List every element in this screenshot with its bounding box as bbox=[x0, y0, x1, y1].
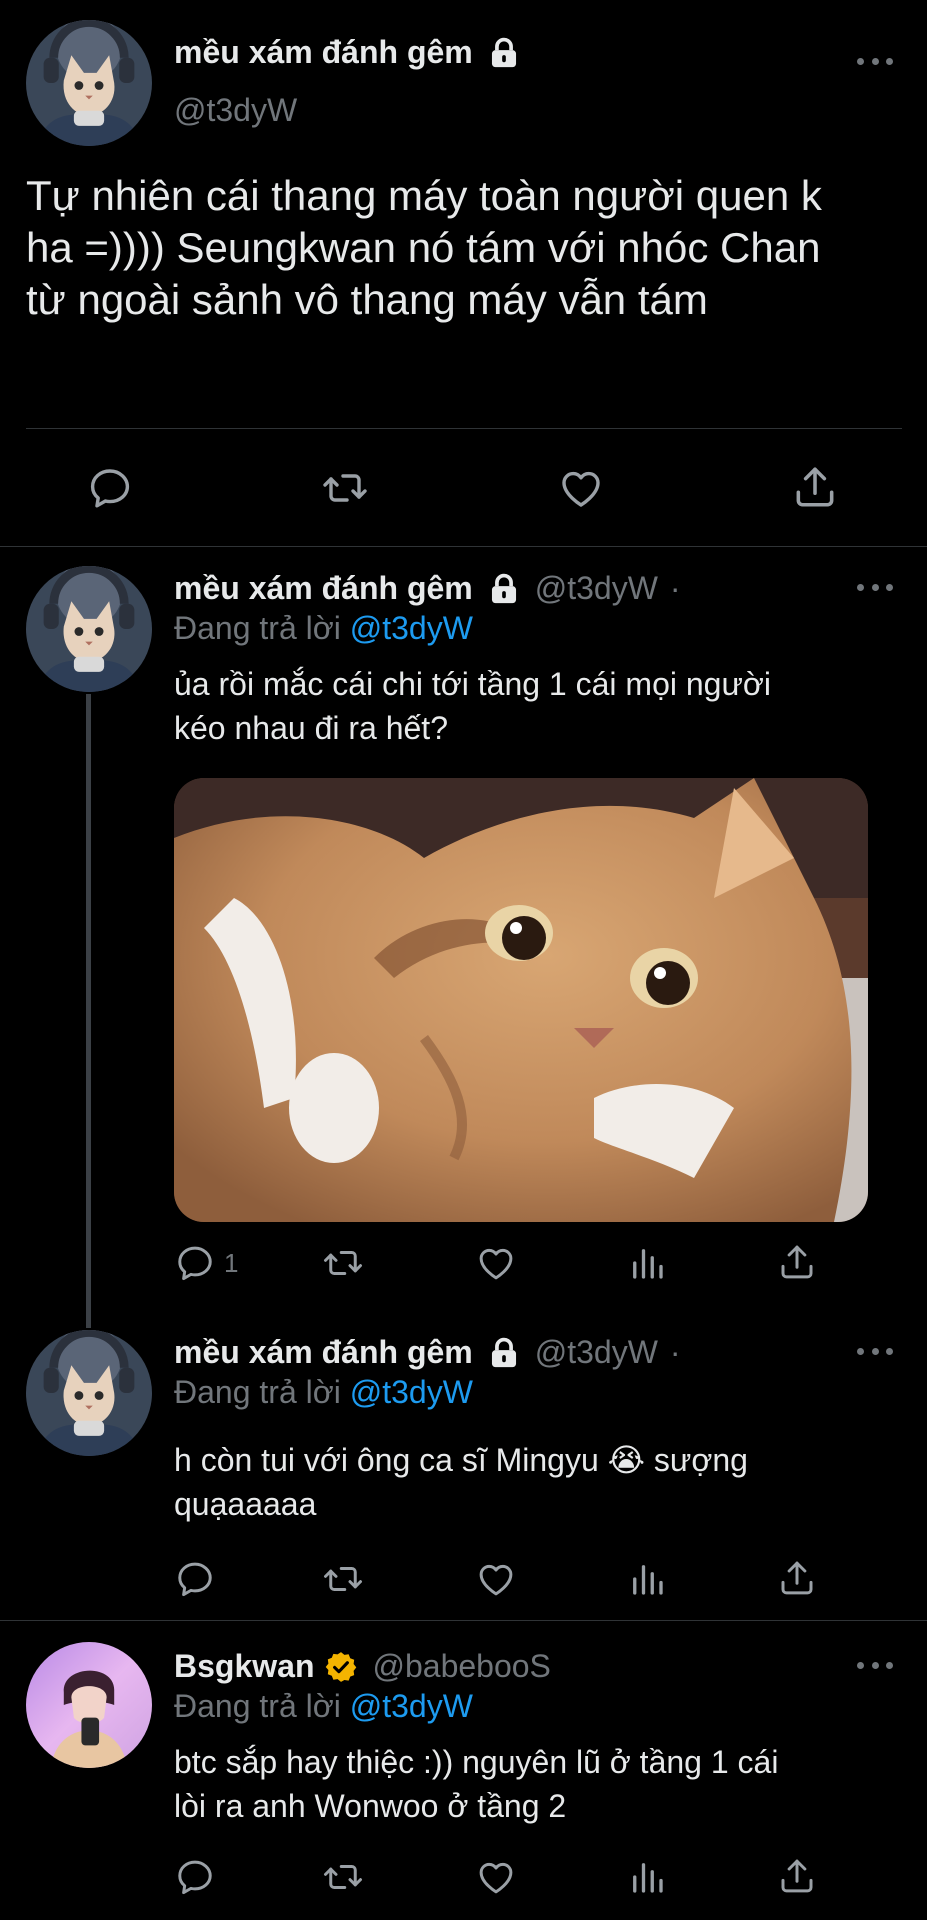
replying-prefix: Đang trả lời bbox=[174, 610, 341, 646]
share-button[interactable] bbox=[776, 1556, 818, 1600]
display-name-text[interactable]: mều xám đánh gêm bbox=[174, 570, 473, 607]
reply-text-line: quạaaaaa bbox=[174, 1486, 317, 1522]
more-options-icon[interactable] bbox=[857, 56, 893, 66]
share-button[interactable] bbox=[776, 1854, 818, 1898]
replying-to-link[interactable]: @t3dyW bbox=[350, 1374, 473, 1410]
display-name-text[interactable]: Bsgkwan bbox=[174, 1648, 314, 1685]
author-handle[interactable]: @t3dyW bbox=[535, 570, 658, 607]
more-options-icon[interactable] bbox=[857, 1346, 893, 1356]
share-button[interactable] bbox=[776, 1240, 818, 1284]
reply-icon bbox=[86, 464, 134, 512]
like-button[interactable] bbox=[474, 1242, 518, 1284]
display-name-text[interactable]: mều xám đánh gêm bbox=[174, 1334, 473, 1371]
reply-avatar[interactable] bbox=[26, 1330, 152, 1456]
retweet-button[interactable] bbox=[320, 1856, 366, 1898]
reply-count: 1 bbox=[224, 1247, 239, 1278]
views-icon bbox=[626, 1242, 668, 1284]
reply-avatar[interactable] bbox=[26, 566, 152, 692]
reply-text: ủa rồi mắc cái chi tới tầng 1 cái mọi ng… bbox=[174, 662, 894, 750]
share-icon bbox=[776, 1556, 818, 1600]
replying-prefix: Đang trả lời bbox=[174, 1374, 341, 1410]
reply-icon bbox=[174, 1856, 216, 1898]
like-icon bbox=[556, 464, 606, 512]
share-button[interactable] bbox=[790, 462, 840, 512]
replying-to: Đang trả lời @t3dyW bbox=[174, 1688, 473, 1725]
like-icon bbox=[474, 1856, 518, 1898]
reply-text-line: btc sắp hay thiệc :)) nguyên lũ ở tầng 1… bbox=[174, 1744, 779, 1780]
views-button[interactable] bbox=[626, 1242, 668, 1284]
views-button[interactable] bbox=[626, 1856, 668, 1898]
lock-icon bbox=[487, 1336, 521, 1370]
like-icon bbox=[474, 1242, 518, 1284]
reply-text: btc sắp hay thiệc :)) nguyên lũ ở tầng 1… bbox=[174, 1740, 914, 1828]
lock-icon bbox=[487, 36, 521, 70]
reply-button[interactable] bbox=[174, 1558, 216, 1600]
views-button[interactable] bbox=[626, 1558, 668, 1600]
reply-icon bbox=[174, 1558, 216, 1600]
reply-avatar[interactable] bbox=[26, 1642, 152, 1768]
reply-text-line: ủa rồi mắc cái chi tới tầng 1 cái mọi ng… bbox=[174, 666, 771, 702]
tweet-text: Tự nhiên cái thang máy toàn người quen k… bbox=[26, 170, 916, 326]
cat-avatar-image bbox=[26, 566, 152, 692]
reply-text-line: kéo nhau đi ra hết? bbox=[174, 710, 448, 746]
reply-text-line: lòi ra anh Wonwoo ở tầng 2 bbox=[174, 1788, 567, 1824]
like-button[interactable] bbox=[474, 1856, 518, 1898]
tweet-text-line: ha =)))) Seungkwan nó tám với nhóc Chan bbox=[26, 224, 821, 271]
retweet-icon bbox=[320, 1558, 366, 1600]
more-options-icon[interactable] bbox=[857, 582, 893, 592]
retweet-icon bbox=[320, 1242, 366, 1284]
views-icon bbox=[626, 1856, 668, 1898]
share-icon bbox=[776, 1240, 818, 1284]
reply-text-line: h còn tui với ông ca sĩ Mingyu 😭 sượng bbox=[174, 1442, 748, 1478]
retweet-icon bbox=[318, 464, 372, 512]
share-icon bbox=[790, 462, 840, 512]
author-display-name[interactable]: mều xám đánh gêm bbox=[174, 34, 521, 71]
reply-header: mều xám đánh gêm @t3dyW · bbox=[174, 1334, 681, 1371]
tweet-divider bbox=[26, 428, 902, 429]
like-button[interactable] bbox=[474, 1558, 518, 1600]
author-handle[interactable]: @t3dyW bbox=[535, 1334, 658, 1371]
cat-avatar-image bbox=[26, 1330, 152, 1456]
reply-header: Bsgkwan @babebooS bbox=[174, 1648, 551, 1685]
views-icon bbox=[626, 1558, 668, 1600]
share-icon bbox=[776, 1854, 818, 1898]
author-avatar[interactable] bbox=[26, 20, 152, 146]
author-handle[interactable]: @babebooS bbox=[372, 1648, 550, 1685]
replying-to-link[interactable]: @t3dyW bbox=[350, 610, 473, 646]
retweet-button[interactable] bbox=[318, 464, 372, 512]
reply-header: mều xám đánh gêm @t3dyW · bbox=[174, 570, 681, 607]
reply-icon bbox=[174, 1242, 216, 1284]
replying-to: Đang trả lời @t3dyW bbox=[174, 1374, 473, 1411]
reply-button[interactable] bbox=[174, 1856, 216, 1898]
author-handle[interactable]: @t3dyW bbox=[174, 92, 297, 129]
more-options-icon[interactable] bbox=[857, 1660, 893, 1670]
lock-icon bbox=[487, 572, 521, 606]
verified-badge-icon bbox=[326, 1651, 357, 1682]
section-divider bbox=[0, 546, 927, 547]
replying-prefix: Đang trả lời bbox=[174, 1688, 341, 1724]
replying-to: Đang trả lời @t3dyW bbox=[174, 610, 473, 647]
attached-image[interactable] bbox=[174, 778, 868, 1222]
reply-text: h còn tui với ông ca sĩ Mingyu 😭 sượng q… bbox=[174, 1438, 894, 1526]
person-avatar-image bbox=[26, 1642, 152, 1768]
display-name-text: mều xám đánh gêm bbox=[174, 34, 473, 70]
retweet-button[interactable] bbox=[320, 1242, 366, 1284]
retweet-button[interactable] bbox=[320, 1558, 366, 1600]
thread-line bbox=[86, 694, 91, 1328]
separator-dot: · bbox=[669, 1334, 681, 1370]
replying-to-link[interactable]: @t3dyW bbox=[350, 1688, 473, 1724]
separator-dot: · bbox=[669, 570, 681, 606]
crying-cat-image bbox=[174, 778, 868, 1222]
reply-button[interactable]: 1 bbox=[174, 1242, 238, 1284]
like-button[interactable] bbox=[556, 464, 606, 512]
tweet-text-line: Tự nhiên cái thang máy toàn người quen k bbox=[26, 172, 822, 219]
reply-button[interactable] bbox=[86, 464, 134, 512]
tweet-text-line: từ ngoài sảnh vô thang máy vẫn tám bbox=[26, 276, 708, 323]
like-icon bbox=[474, 1558, 518, 1600]
cat-avatar-image bbox=[26, 20, 152, 146]
retweet-icon bbox=[320, 1856, 366, 1898]
section-divider bbox=[0, 1620, 927, 1621]
